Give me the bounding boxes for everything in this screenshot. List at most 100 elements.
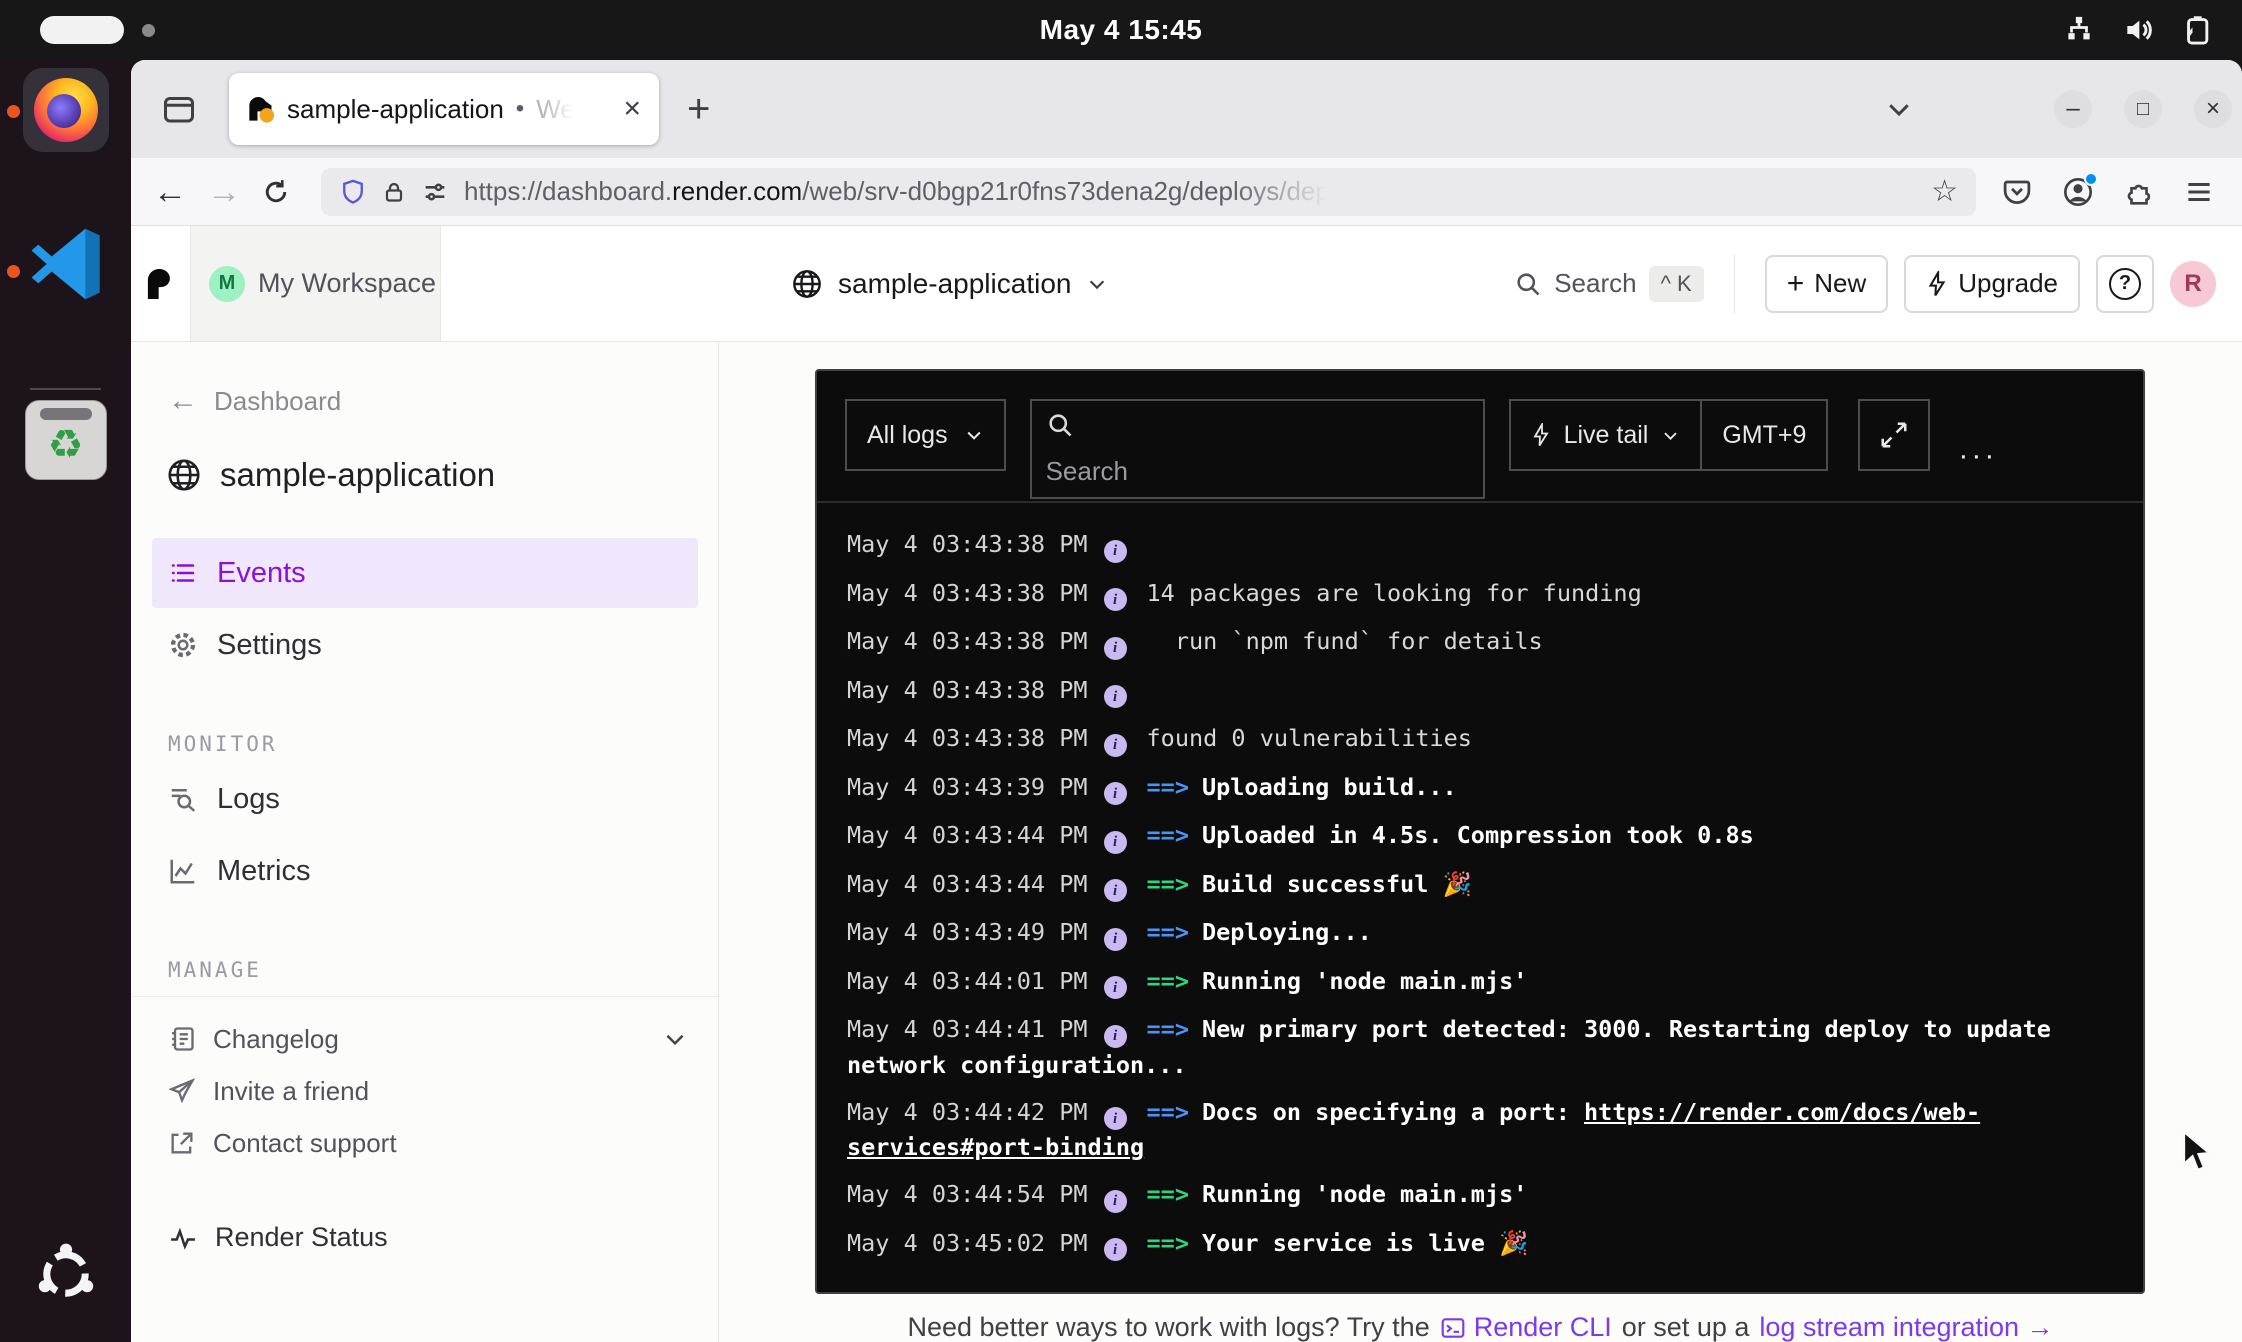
log-more-options-button[interactable]: ··· bbox=[1958, 441, 1997, 471]
url-text[interactable]: https://dashboard.render.com/web/srv-d0b… bbox=[464, 176, 1338, 207]
sidebar-back-dashboard[interactable]: ← Dashboard bbox=[152, 384, 698, 418]
log-timestamp: May 4 03:43:38 PM bbox=[847, 627, 1088, 655]
expand-icon bbox=[1879, 420, 1909, 450]
forward-button[interactable]: → bbox=[207, 175, 241, 209]
tab-close-icon[interactable]: × bbox=[623, 94, 641, 124]
sidebar-item-settings[interactable]: Settings bbox=[152, 610, 698, 680]
info-icon: i bbox=[1104, 831, 1127, 854]
live-tail-group: Live tail GMT+9 bbox=[1509, 399, 1829, 471]
url-bar[interactable]: https://dashboard.render.com/web/srv-d0b… bbox=[321, 168, 1976, 216]
log-message: Uploaded in 4.5s. Compression took 0.8s bbox=[1202, 821, 1754, 849]
upgrade-button[interactable]: Upgrade bbox=[1904, 255, 2080, 313]
sidebar-item-contact[interactable]: Contact support bbox=[152, 1117, 698, 1169]
paper-plane-icon bbox=[168, 1077, 196, 1105]
log-arrow: ==> bbox=[1147, 773, 1189, 801]
browser-toolbar: ← → https://dashboard.render.com/web/srv… bbox=[131, 158, 2242, 226]
bookmark-star-icon[interactable]: ☆ bbox=[1931, 174, 1958, 209]
live-tail-dropdown[interactable]: Live tail bbox=[1511, 401, 1701, 469]
volume-icon[interactable] bbox=[2122, 14, 2154, 46]
dock-vscode[interactable] bbox=[0, 222, 131, 306]
log-message: run `npm fund` for details bbox=[1147, 627, 1543, 655]
log-row: May 4 03:45:02 PMi==>Your service is liv… bbox=[847, 1226, 2113, 1262]
log-message: 14 packages are looking for funding bbox=[1147, 579, 1642, 607]
info-icon: i bbox=[1104, 1238, 1127, 1261]
log-stream-link[interactable]: log stream integration → bbox=[1759, 1312, 2053, 1342]
log-timestamp: May 4 03:45:02 PM bbox=[847, 1229, 1088, 1257]
permissions-icon[interactable] bbox=[421, 178, 449, 206]
log-search-input[interactable] bbox=[1046, 456, 1469, 487]
sidebar-service-title[interactable]: sample-application bbox=[152, 456, 698, 494]
firefox-view-button[interactable] bbox=[153, 86, 205, 132]
log-filter-dropdown[interactable]: All logs bbox=[845, 399, 1006, 471]
render-dashboard: M My Workspace sample-application S bbox=[131, 226, 2242, 1342]
battery-icon[interactable] bbox=[2182, 15, 2216, 45]
sidebar-item-changelog[interactable]: Changelog bbox=[152, 1013, 698, 1065]
expand-logs-button[interactable] bbox=[1858, 399, 1930, 471]
sidebar-item-render-status[interactable]: Render Status bbox=[152, 1209, 698, 1265]
tracking-shield-icon[interactable] bbox=[339, 177, 367, 207]
account-notification-dot bbox=[2084, 172, 2098, 186]
window-maximize-button[interactable]: □ bbox=[2124, 90, 2162, 128]
log-lines: May 4 03:43:38 PM i May 4 03:43:38 PM i 14 … bbox=[817, 503, 2143, 1292]
log-timestamp: May 4 03:44:54 PM bbox=[847, 1180, 1088, 1208]
sidebar-item-events[interactable]: Events bbox=[152, 538, 698, 608]
log-timestamp: May 4 03:43:44 PM bbox=[847, 821, 1088, 849]
log-timestamp: May 4 03:43:39 PM bbox=[847, 773, 1088, 801]
upgrade-button-label: Upgrade bbox=[1958, 268, 2058, 299]
sidebar-item-logs[interactable]: Logs bbox=[152, 764, 698, 834]
log-message: Running 'node main.mjs' bbox=[1202, 967, 1527, 995]
tab-title: sample-application bbox=[287, 94, 504, 125]
lock-icon[interactable] bbox=[382, 178, 406, 206]
pocket-icon[interactable] bbox=[2002, 177, 2032, 207]
log-row: May 4 03:44:42 PMi==>Docs on specifying … bbox=[847, 1095, 2113, 1165]
window-close-button[interactable]: × bbox=[2194, 90, 2232, 128]
dock-firefox[interactable] bbox=[0, 68, 131, 152]
info-icon: i bbox=[1104, 782, 1127, 805]
back-button[interactable]: ← bbox=[153, 175, 187, 209]
dock-ubuntu[interactable] bbox=[0, 1242, 131, 1306]
trash-lid bbox=[40, 408, 92, 420]
log-arrow: ==> bbox=[1147, 918, 1189, 946]
sidebar-item-metrics[interactable]: Metrics bbox=[152, 836, 698, 906]
new-tab-button[interactable]: + bbox=[687, 87, 710, 132]
tab-bar: sample-application • We × + – □ × bbox=[131, 60, 2242, 158]
search-shortcut-badge: ^ K bbox=[1649, 266, 1704, 302]
new-button[interactable]: + New bbox=[1765, 255, 1889, 313]
sidebar-contact-label: Contact support bbox=[213, 1128, 397, 1159]
log-timestamp: May 4 03:43:38 PM bbox=[847, 724, 1088, 752]
sidebar-item-invite[interactable]: Invite a friend bbox=[152, 1065, 698, 1117]
changelog-icon bbox=[168, 1025, 196, 1053]
menu-hamburger-icon[interactable] bbox=[2184, 177, 2214, 207]
log-row: May 4 03:43:49 PMi==>Deploying... bbox=[847, 915, 2113, 951]
log-message: Running 'node main.mjs' bbox=[1202, 1180, 1527, 1208]
extensions-puzzle-icon[interactable] bbox=[2124, 177, 2154, 207]
search-icon bbox=[1046, 411, 1074, 439]
log-message: found 0 vulnerabilities bbox=[1147, 724, 1472, 752]
timezone-button[interactable]: GMT+9 bbox=[1702, 401, 1826, 469]
render-cli-link[interactable]: Render CLI bbox=[1440, 1312, 1612, 1342]
window-minimize-button[interactable]: – bbox=[2054, 90, 2092, 128]
list-all-tabs-chevron-icon[interactable] bbox=[1884, 94, 1914, 124]
sidebar-status-label: Render Status bbox=[215, 1222, 388, 1253]
account-icon[interactable] bbox=[2062, 176, 2094, 208]
chevron-down-icon bbox=[964, 425, 984, 445]
user-avatar[interactable]: R bbox=[2170, 261, 2216, 307]
dock-trash[interactable]: ♻ bbox=[0, 400, 131, 480]
workspace-selector[interactable]: M My Workspace bbox=[191, 226, 441, 341]
sidebar-service-name: sample-application bbox=[220, 456, 495, 494]
ubuntu-icon bbox=[34, 1242, 98, 1306]
render-logo[interactable] bbox=[131, 226, 191, 341]
live-tail-label: Live tail bbox=[1564, 421, 1649, 450]
service-selector[interactable]: sample-application bbox=[791, 226, 1108, 342]
log-row: May 4 03:43:39 PMi==>Uploading build... bbox=[847, 770, 2113, 806]
tab-sample-application[interactable]: sample-application • We × bbox=[229, 73, 659, 145]
global-search[interactable]: Search ^ K bbox=[1514, 266, 1704, 302]
help-button[interactable]: ? bbox=[2096, 255, 2154, 313]
log-search-box[interactable] bbox=[1030, 399, 1485, 499]
info-icon: i bbox=[1104, 734, 1127, 757]
network-icon[interactable] bbox=[2064, 15, 2094, 45]
log-arrow: ==> bbox=[1147, 1098, 1189, 1126]
log-timestamp: May 4 03:43:49 PM bbox=[847, 918, 1088, 946]
reload-button[interactable] bbox=[261, 177, 291, 207]
system-clock[interactable]: May 4 15:45 bbox=[0, 0, 2242, 60]
